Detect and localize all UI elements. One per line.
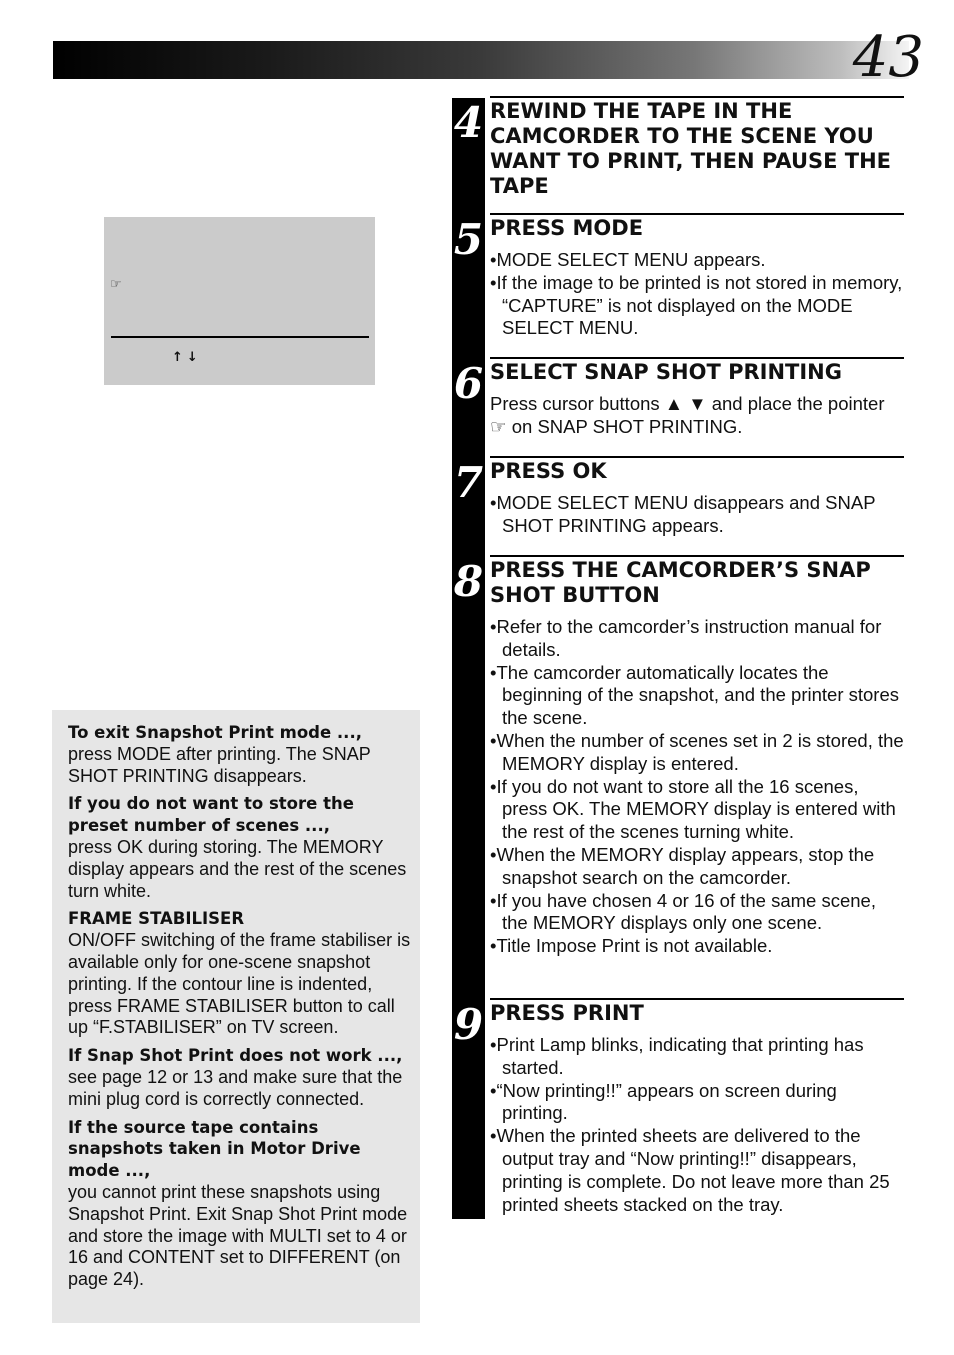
pointer-hand-icon: ☞	[110, 277, 122, 292]
step-title: SELECT SNAP SHOT PRINTING	[490, 360, 842, 384]
step-number: 5	[453, 215, 484, 264]
step-bullet: •“Now printing!!” appears on screen duri…	[490, 1079, 837, 1124]
note-not-work: If Snap Shot Print does not work ..., se…	[68, 1046, 403, 1109]
step-title: PRESS PRINT	[490, 1001, 644, 1025]
step-bullet: •When the MEMORY display appears, stop t…	[490, 843, 875, 888]
step-title: PRESS MODE	[490, 216, 644, 240]
step-bullet: •MODE SELECT MENU disappears and SNAP SH…	[490, 492, 876, 536]
screen-divider	[111, 336, 369, 338]
step-title: PRESS THE CAMCORDER’S SNAP SHOT BUTTON	[490, 558, 871, 607]
step-bullet: •If you do not want to store all the 16 …	[490, 775, 896, 843]
step-divider	[490, 555, 904, 557]
step-number: 9	[453, 1000, 484, 1049]
step-5: 5 PRESS MODE •MODE SELECT MENU appears. …	[452, 213, 904, 353]
page-number: 43	[852, 25, 924, 90]
step-bullet: •When the printed sheets are delivered t…	[490, 1125, 890, 1215]
tv-screen-illustration: ☞ ↑↓	[104, 217, 375, 385]
step-7: 7 PRESS OK •MODE SELECT MENU disappears …	[452, 456, 904, 551]
step-4: 4 REWIND THE TAPE IN THE CAMCORDER TO TH…	[452, 96, 904, 211]
step-bullet: •MODE SELECT MENU appears.	[490, 249, 766, 270]
step-bullet: •Title Impose Print is not available.	[490, 935, 773, 957]
step-bullet: •If the image to be printed is not store…	[490, 271, 903, 339]
step-number: 7	[453, 458, 484, 507]
step-title: REWIND THE TAPE IN THE CAMCORDER TO THE …	[490, 99, 892, 198]
step-bullet: •If you have chosen 4 or 16 of the same …	[490, 889, 876, 934]
step-9: 9 PRESS PRINT •Print Lamp blinks, indica…	[452, 998, 904, 1218]
step-6: 6 SELECT SNAP SHOT PRINTING Press cursor…	[452, 357, 904, 452]
note-exit-mode: To exit Snapshot Print mode ..., press M…	[68, 723, 371, 786]
step-divider	[490, 96, 904, 98]
note-preset-scenes: If you do not want to store the preset n…	[68, 794, 407, 901]
step-bullet: •Print Lamp blinks, indicating that prin…	[490, 1034, 864, 1078]
step-bullet: •When the number of scenes set in 2 is s…	[490, 729, 904, 774]
step-bullet: •Refer to the camcorder’s instruction ma…	[490, 616, 882, 660]
step-divider	[490, 213, 904, 215]
step-8: 8 PRESS THE CAMCORDER’S SNAP SHOT BUTTON…	[452, 555, 904, 995]
step-number: 8	[453, 557, 484, 606]
step-bullet: •The camcorder automatically locates the…	[490, 661, 899, 729]
step-number: 6	[453, 359, 484, 408]
step-text: Press cursor buttons ▲ ▼ and place the p…	[490, 393, 885, 437]
header-gradient-bar	[53, 41, 909, 79]
step-divider	[490, 456, 904, 458]
note-frame-stabiliser: FRAME STABILISER ON/OFF switching of the…	[68, 909, 411, 1038]
step-divider	[490, 357, 904, 359]
step-divider	[490, 998, 904, 1000]
up-down-arrows-icon: ↑↓	[172, 350, 202, 365]
step-title: PRESS OK	[490, 459, 607, 483]
note-motor-drive: If the source tape contains snapshots ta…	[68, 1117, 408, 1290]
notes-panel: To exit Snapshot Print mode ..., press M…	[52, 710, 420, 1323]
step-number: 4	[453, 98, 484, 147]
